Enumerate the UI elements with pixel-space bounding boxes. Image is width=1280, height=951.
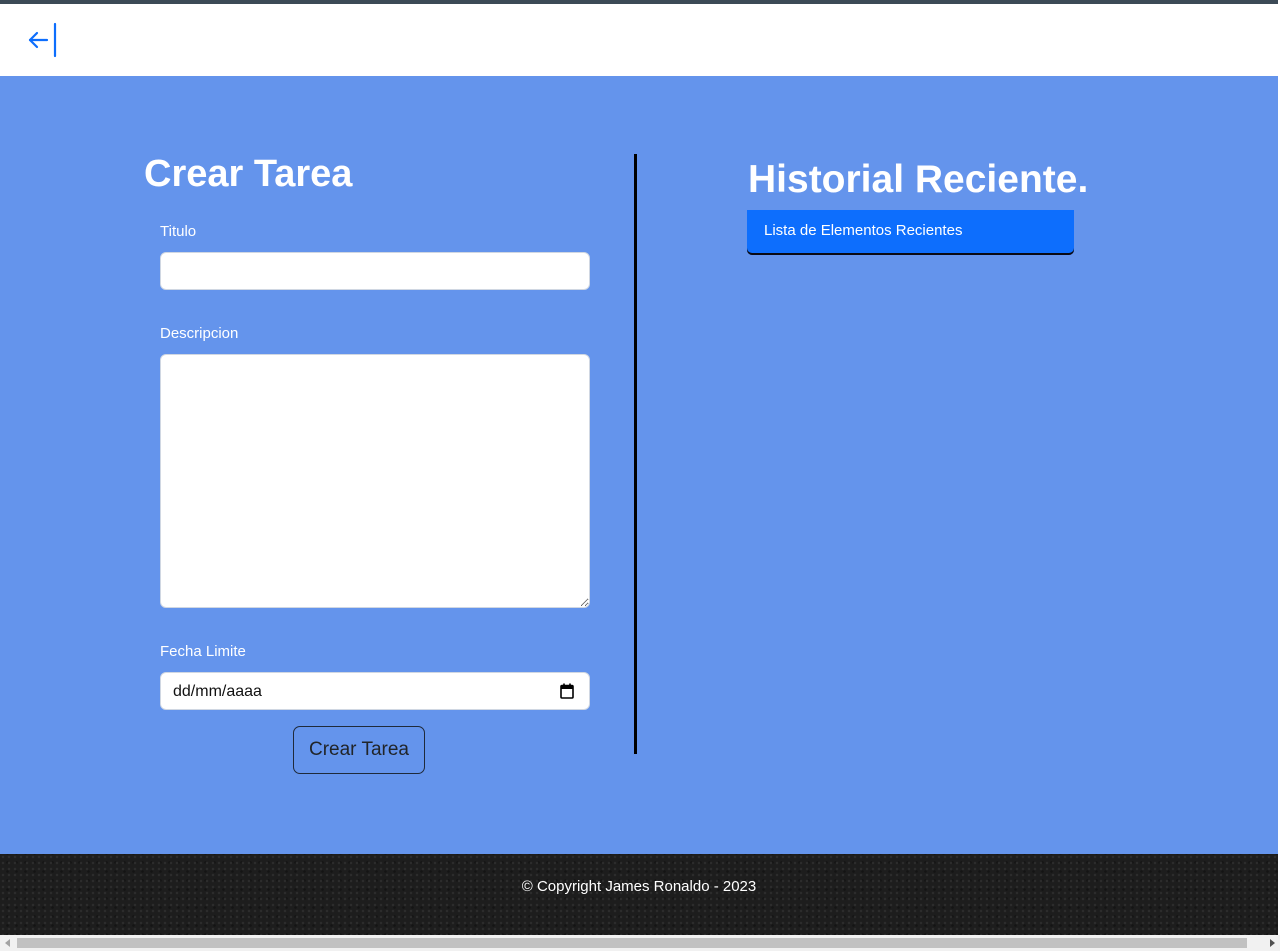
- fecha-limite-label: Fecha Limite: [160, 643, 246, 660]
- scrollbar-thumb[interactable]: [17, 938, 1247, 948]
- calendar-icon[interactable]: [560, 683, 574, 699]
- history-title: Historial Reciente.: [748, 158, 1089, 201]
- back-button[interactable]: [26, 22, 62, 60]
- navbar: [0, 4, 1278, 76]
- footer: © Copyright James Ronaldo - 2023: [0, 854, 1278, 935]
- descripcion-textarea[interactable]: [160, 354, 590, 608]
- titulo-label: Titulo: [160, 223, 197, 240]
- titulo-input[interactable]: [160, 252, 590, 290]
- date-placeholder: dd/mm/aaaa: [173, 683, 262, 700]
- list-item[interactable]: Lista de Elementos Recientes: [764, 221, 962, 241]
- scroll-right-arrow-icon[interactable]: [1264, 935, 1280, 951]
- fecha-limite-input[interactable]: dd/mm/aaaa: [160, 672, 590, 710]
- copyright-text: © Copyright James Ronaldo - 2023: [521, 878, 757, 895]
- form-title: Crear Tarea: [144, 153, 353, 195]
- recent-list: Lista de Elementos Recientes: [747, 210, 1074, 253]
- crear-tarea-button[interactable]: Crear Tarea: [293, 726, 425, 774]
- descripcion-label: Descripcion: [160, 325, 239, 342]
- scroll-left-arrow-icon[interactable]: [0, 935, 16, 951]
- horizontal-scrollbar[interactable]: [0, 935, 1280, 951]
- vertical-divider: [634, 154, 637, 754]
- arrow-left-to-line-icon: [28, 22, 57, 58]
